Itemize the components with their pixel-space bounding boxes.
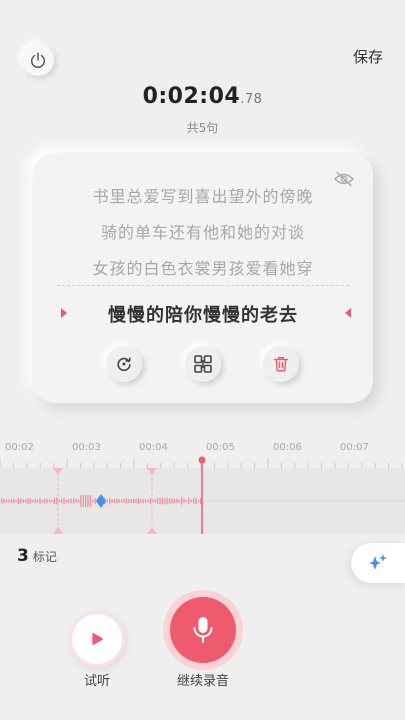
timer-main: 0:02:04 [142, 84, 241, 109]
split-icon [194, 355, 212, 373]
tick-label: 00:03 [72, 442, 101, 453]
tick-label: 00:04 [139, 442, 168, 453]
save-button[interactable]: 保存 [353, 46, 383, 67]
sparkle-button[interactable] [351, 543, 405, 583]
play-icon [92, 632, 104, 646]
lyrics-divider [57, 285, 349, 286]
tick-label: 00:06 [273, 442, 302, 453]
redo-icon [117, 357, 131, 372]
tick-label: 00:05 [206, 442, 235, 453]
delete-button[interactable] [263, 346, 299, 382]
playhead-handle[interactable] [197, 455, 207, 469]
mic-icon [193, 617, 213, 643]
continue-record-button[interactable] [163, 590, 243, 670]
power-button[interactable] [22, 44, 54, 76]
trash-icon [273, 356, 289, 372]
waveform [0, 468, 405, 534]
redo-button[interactable] [106, 346, 142, 382]
sparkle-icon [369, 554, 387, 570]
current-line-right-marker [345, 308, 351, 318]
lyrics-card: 书里总爱写到喜出望外的傍晚 骑的单车还有他和她的对谈 女孩的白色衣裳男孩爱看她穿… [33, 153, 373, 403]
continue-record-label: 继续录音 [176, 674, 229, 689]
split-button[interactable] [185, 346, 221, 382]
marks-summary: 3 标记 [17, 546, 57, 566]
waveform-track[interactable] [0, 468, 405, 534]
lyric-line-1: 书里总爱写到喜出望外的傍晚 [92, 187, 314, 206]
current-lyric-line: 慢慢的陪你慢慢的老去 [108, 305, 298, 326]
timer-fraction: .78 [240, 92, 263, 107]
lyric-line-2: 骑的单车还有他和她的对谈 [100, 223, 305, 242]
lyric-line-3: 女孩的白色衣裳男孩爱看她穿 [92, 259, 314, 278]
tick-label: 00:07 [340, 442, 369, 453]
sentence-count: 共5句 [186, 121, 219, 135]
listen-label: 试听 [83, 674, 110, 689]
power-icon [30, 52, 46, 68]
tick-label: 00:02 [5, 442, 34, 453]
marks-count: 3 [17, 546, 29, 566]
listen-button[interactable] [69, 611, 125, 667]
marks-label: 标记 [32, 550, 57, 564]
recording-timer: 0:02:04.78 [0, 84, 405, 109]
